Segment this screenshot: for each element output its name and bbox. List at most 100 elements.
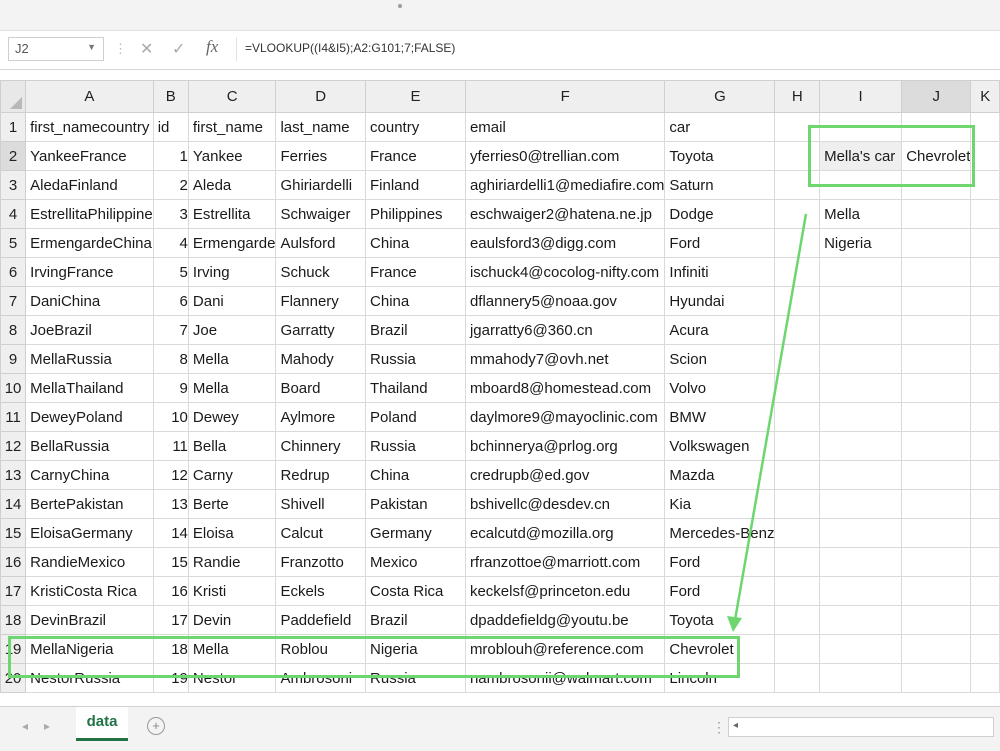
first-namecountry-cell[interactable]: MellaNigeria: [25, 634, 154, 664]
last-name-cell[interactable]: Eckels: [275, 576, 367, 606]
empty-cell[interactable]: [901, 489, 972, 519]
email-cell[interactable]: aghiriardelli1@mediafire.com: [464, 170, 666, 200]
country-cell[interactable]: Germany: [365, 518, 466, 548]
first-namecountry-cell[interactable]: MellaRussia: [25, 344, 154, 374]
id-cell[interactable]: 5: [152, 257, 189, 287]
row-header[interactable]: 20: [0, 663, 27, 693]
empty-cell[interactable]: [901, 112, 972, 142]
country-cell[interactable]: Mexico: [365, 547, 466, 577]
row-header[interactable]: 19: [0, 634, 27, 664]
tab-splitter-icon[interactable]: ⋮: [712, 719, 727, 736]
lookup-result-cell[interactable]: Chevrolet: [901, 141, 972, 171]
first-name-cell[interactable]: Kristi: [187, 576, 277, 606]
empty-cell[interactable]: [901, 576, 972, 606]
country-cell[interactable]: France: [365, 257, 466, 287]
email-cell[interactable]: jgarratty6@360.cn: [464, 315, 666, 345]
last-name-cell[interactable]: Ghiriardelli: [275, 170, 367, 200]
id-cell[interactable]: 1: [152, 141, 189, 171]
add-sheet-button[interactable]: +: [147, 717, 165, 735]
lookup-country-cell[interactable]: Nigeria: [819, 228, 903, 258]
drag-handle-icon[interactable]: ⋮: [114, 41, 127, 57]
email-cell[interactable]: email: [464, 112, 666, 142]
first-namecountry-cell[interactable]: first_namecountry: [25, 112, 154, 142]
empty-cell[interactable]: [901, 344, 972, 374]
first-name-cell[interactable]: Joe: [187, 315, 277, 345]
email-cell[interactable]: bchinnerya@prlog.org: [464, 431, 666, 461]
empty-cell[interactable]: [819, 344, 903, 374]
id-cell[interactable]: 12: [152, 460, 189, 490]
empty-cell[interactable]: [901, 373, 972, 403]
row-header[interactable]: 11: [0, 402, 27, 432]
empty-cell[interactable]: [970, 170, 1000, 200]
empty-cell[interactable]: [774, 605, 821, 635]
column-header-k[interactable]: K: [970, 80, 1000, 113]
email-cell[interactable]: nambrosonii@walmart.com: [464, 663, 666, 693]
empty-cell[interactable]: [901, 228, 972, 258]
last-name-cell[interactable]: Roblou: [275, 634, 367, 664]
country-cell[interactable]: country: [365, 112, 466, 142]
email-cell[interactable]: daylmore9@mayoclinic.com: [464, 402, 666, 432]
id-cell[interactable]: 3: [152, 199, 189, 229]
empty-cell[interactable]: [901, 547, 972, 577]
last-name-cell[interactable]: Ferries: [275, 141, 367, 171]
empty-cell[interactable]: [970, 112, 1000, 142]
empty-cell[interactable]: [970, 344, 1000, 374]
email-cell[interactable]: mmahody7@ovh.net: [464, 344, 666, 374]
first-name-cell[interactable]: Berte: [187, 489, 277, 519]
empty-cell[interactable]: [819, 112, 903, 142]
empty-cell[interactable]: [970, 605, 1000, 635]
first-namecountry-cell[interactable]: JoeBrazil: [25, 315, 154, 345]
car-cell[interactable]: Acura: [664, 315, 776, 345]
car-cell[interactable]: Infiniti: [664, 257, 776, 287]
email-cell[interactable]: eschwaiger2@hatena.ne.jp: [464, 199, 666, 229]
empty-cell[interactable]: [819, 257, 903, 287]
empty-cell[interactable]: [774, 576, 821, 606]
empty-cell[interactable]: [774, 257, 821, 287]
column-header-f[interactable]: F: [464, 80, 666, 113]
column-header-j[interactable]: J: [901, 80, 972, 113]
first-name-cell[interactable]: Bella: [187, 431, 277, 461]
car-cell[interactable]: Lincoln: [664, 663, 776, 693]
first-namecountry-cell[interactable]: BertePakistan: [25, 489, 154, 519]
id-cell[interactable]: 9: [152, 373, 189, 403]
first-namecountry-cell[interactable]: KristiCosta Rica: [25, 576, 154, 606]
id-cell[interactable]: 11: [152, 431, 189, 461]
empty-cell[interactable]: [901, 286, 972, 316]
first-namecountry-cell[interactable]: DaniChina: [25, 286, 154, 316]
empty-cell[interactable]: [901, 257, 972, 287]
empty-cell[interactable]: [819, 315, 903, 345]
first-namecountry-cell[interactable]: DeweyPoland: [25, 402, 154, 432]
email-cell[interactable]: mboard8@homestead.com: [464, 373, 666, 403]
country-cell[interactable]: France: [365, 141, 466, 171]
car-cell[interactable]: car: [664, 112, 776, 142]
row-header[interactable]: 1: [0, 112, 27, 142]
first-namecountry-cell[interactable]: IrvingFrance: [25, 257, 154, 287]
car-cell[interactable]: Toyota: [664, 605, 776, 635]
country-cell[interactable]: Pakistan: [365, 489, 466, 519]
first-namecountry-cell[interactable]: EstrellitaPhilippine: [25, 199, 154, 229]
horizontal-scrollbar[interactable]: ◂: [728, 717, 994, 737]
first-name-cell[interactable]: Mella: [187, 344, 277, 374]
row-header[interactable]: 15: [0, 518, 27, 548]
country-cell[interactable]: China: [365, 286, 466, 316]
id-cell[interactable]: 2: [152, 170, 189, 200]
id-cell[interactable]: id: [152, 112, 189, 142]
empty-cell[interactable]: [819, 286, 903, 316]
empty-cell[interactable]: [774, 228, 821, 258]
empty-cell[interactable]: [819, 576, 903, 606]
cancel-icon[interactable]: ✕: [140, 39, 153, 59]
email-cell[interactable]: keckelsf@princeton.edu: [464, 576, 666, 606]
car-cell[interactable]: Hyundai: [664, 286, 776, 316]
first-namecountry-cell[interactable]: AledaFinland: [25, 170, 154, 200]
empty-cell[interactable]: [819, 460, 903, 490]
scroll-tabs-right-icon[interactable]: ▸: [44, 719, 50, 733]
row-header[interactable]: 13: [0, 460, 27, 490]
first-name-cell[interactable]: Eloisa: [187, 518, 277, 548]
first-name-cell[interactable]: Yankee: [187, 141, 277, 171]
row-header[interactable]: 12: [0, 431, 27, 461]
car-cell[interactable]: Saturn: [664, 170, 776, 200]
empty-cell[interactable]: [901, 518, 972, 548]
first-name-cell[interactable]: Nestor: [187, 663, 277, 693]
row-header[interactable]: 4: [0, 199, 27, 229]
country-cell[interactable]: Nigeria: [365, 634, 466, 664]
